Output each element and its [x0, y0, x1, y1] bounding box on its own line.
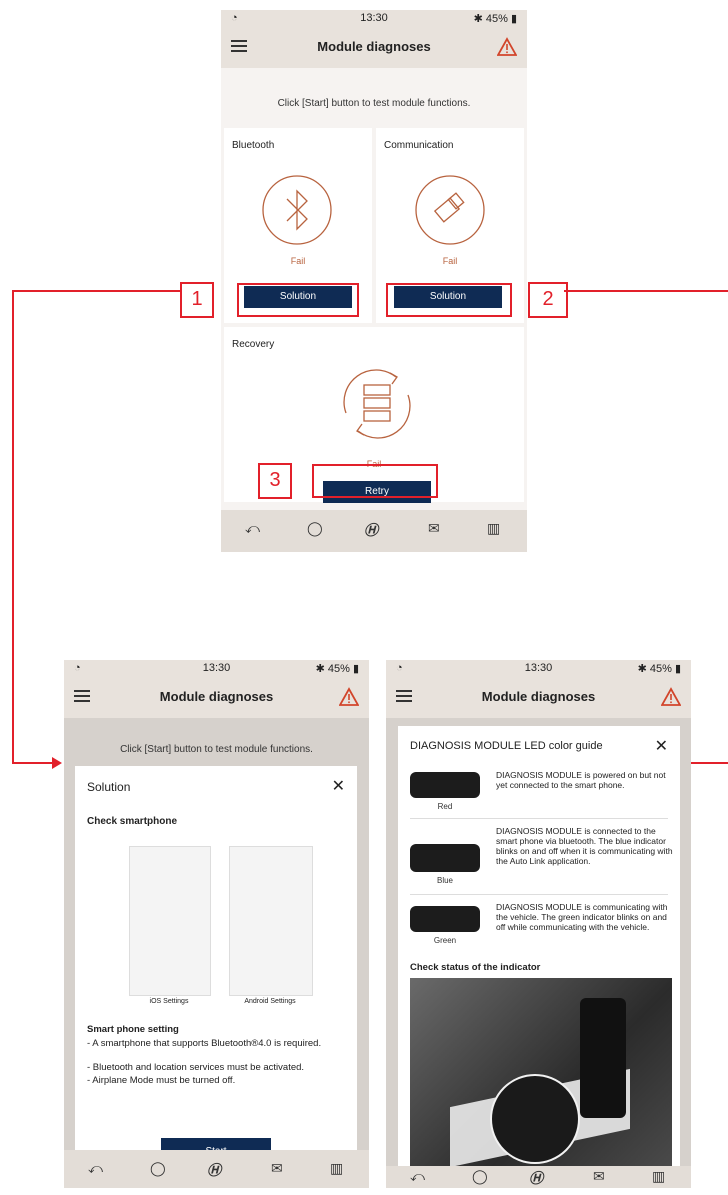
- app-bar: Module diagnoses: [386, 678, 691, 718]
- callout-2: 2: [528, 282, 568, 318]
- warning-icon[interactable]: [661, 687, 681, 707]
- page-title: Module diagnoses: [159, 689, 274, 704]
- connector-line-right-h: [564, 290, 728, 292]
- callout-3: 3: [258, 463, 292, 499]
- bottom-nav: ⤺ ◯ Ⓗ ✉ ▥: [386, 1166, 691, 1188]
- android-caption: Android Settings: [244, 998, 296, 1005]
- bluetooth-status-icon: ✱: [637, 663, 647, 675]
- mail-icon[interactable]: ✉: [271, 1160, 283, 1177]
- connector-line-left-h: [12, 290, 182, 292]
- mail-icon[interactable]: ✉: [428, 520, 440, 537]
- status-bar: ◔ 13:30 ✱ 45% ▮: [64, 660, 369, 678]
- hyundai-logo-icon[interactable]: Ⓗ: [364, 520, 378, 540]
- module-green-label: Green: [433, 936, 457, 945]
- ios-caption: iOS Settings: [149, 998, 189, 1005]
- callout-1: 1: [180, 282, 214, 318]
- app-bar: Module diagnoses: [64, 678, 369, 718]
- battery-level: 45%: [485, 13, 508, 25]
- battery-level: 45%: [649, 663, 672, 675]
- recovery-title: Recovery: [232, 339, 275, 350]
- hyundai-logo-icon[interactable]: Ⓗ: [529, 1168, 543, 1188]
- highlight-box-1: [237, 283, 359, 317]
- module-blue-image: [410, 844, 480, 872]
- map-icon[interactable]: ▥: [330, 1160, 343, 1177]
- module-red-label: Red: [437, 802, 453, 811]
- setting-heading: Smart phone setting: [87, 1024, 179, 1035]
- module-red-image: [410, 772, 480, 798]
- module-blue-label: Blue: [436, 876, 453, 885]
- close-icon[interactable]: ✕: [332, 776, 345, 796]
- location-icon[interactable]: ◯: [150, 1160, 166, 1177]
- solution-screen: ◔ 13:30 ✱ 45% ▮ Module diagnoses Click […: [64, 660, 369, 1188]
- solution-sheet: Solution ✕ Check smartphone iOS Settings…: [75, 766, 357, 1154]
- bluetooth-status-icon: ✱: [473, 13, 483, 25]
- instruction-text: Click [Start] button to test module func…: [277, 98, 471, 109]
- indicator-photo: [410, 978, 672, 1166]
- map-icon[interactable]: ▥: [487, 520, 500, 537]
- sheet-title: Solution: [87, 780, 131, 794]
- bottom-nav: ⤺ ◯ Ⓗ ✉ ▥: [64, 1150, 369, 1188]
- divider: [410, 818, 668, 819]
- connector-line-left-bottom: [12, 762, 54, 764]
- bluetooth-status-icon: ✱: [315, 663, 325, 675]
- setting-line-2: - Bluetooth and location services must b…: [87, 1062, 305, 1073]
- back-icon[interactable]: ⤺: [245, 520, 260, 537]
- communication-title: Communication: [384, 140, 454, 151]
- highlight-box-2: [386, 283, 512, 317]
- hyundai-logo-icon[interactable]: Ⓗ: [207, 1160, 221, 1180]
- arrow-to-solution: [52, 757, 62, 769]
- check-heading: Check status of the indicator: [410, 962, 541, 973]
- status-bar: ◔ 13:30 ✱ 45% ▮: [221, 10, 527, 28]
- module-red-text: DIAGNOSIS MODULE is powered on but not y…: [496, 770, 666, 790]
- module-green-text: DIAGNOSIS MODULE is communicating with t…: [496, 902, 668, 932]
- location-icon[interactable]: ◯: [472, 1168, 488, 1185]
- back-icon[interactable]: ⤺: [410, 1168, 425, 1185]
- battery-level: 45%: [327, 663, 350, 675]
- app-bar: Module diagnoses: [221, 28, 527, 68]
- communication-status: Fail: [442, 256, 458, 266]
- ios-settings-image: [129, 846, 211, 996]
- warning-icon[interactable]: [497, 37, 517, 57]
- recovery-icon: [343, 369, 411, 439]
- highlight-box-3: [312, 464, 438, 498]
- module-green-image: [410, 906, 480, 932]
- bluetooth-status: Fail: [290, 256, 306, 266]
- close-icon[interactable]: ✕: [655, 736, 668, 756]
- bluetooth-title: Bluetooth: [232, 140, 275, 151]
- bottom-nav: ⤺ ◯ Ⓗ ✉ ▥: [221, 510, 527, 552]
- warning-icon[interactable]: [339, 687, 359, 707]
- mail-icon[interactable]: ✉: [593, 1168, 605, 1185]
- bluetooth-icon: [262, 175, 332, 245]
- led-guide-sheet: DIAGNOSIS MODULE LED color guide ✕ Red D…: [398, 726, 680, 1166]
- check-heading: Check smartphone: [87, 816, 178, 827]
- page-title: Module diagnoses: [481, 689, 596, 704]
- module-blue-text: DIAGNOSIS MODULE is connected to the sma…: [496, 826, 673, 866]
- android-settings-image: [229, 846, 313, 996]
- setting-line-3: - Airplane Mode must be turned off.: [87, 1075, 236, 1086]
- connector-icon: [415, 175, 485, 245]
- connector-line-left-v: [12, 290, 14, 764]
- page-title: Module diagnoses: [317, 39, 431, 54]
- divider: [410, 894, 668, 895]
- map-icon[interactable]: ▥: [652, 1168, 665, 1185]
- led-guide-screen: ◔ 13:30 ✱ 45% ▮ Module diagnoses DIAGNOS…: [386, 660, 691, 1188]
- instruction-text: Click [Start] button to test module func…: [120, 744, 313, 755]
- location-icon[interactable]: ◯: [307, 520, 323, 537]
- connector-line-right-bottom: [688, 762, 728, 764]
- setting-line-1: - A smartphone that supports Bluetooth®4…: [87, 1038, 322, 1049]
- status-bar: ◔ 13:30 ✱ 45% ▮: [386, 660, 691, 678]
- back-icon[interactable]: ⤺: [88, 1160, 103, 1177]
- sheet-title: DIAGNOSIS MODULE LED color guide: [410, 740, 603, 752]
